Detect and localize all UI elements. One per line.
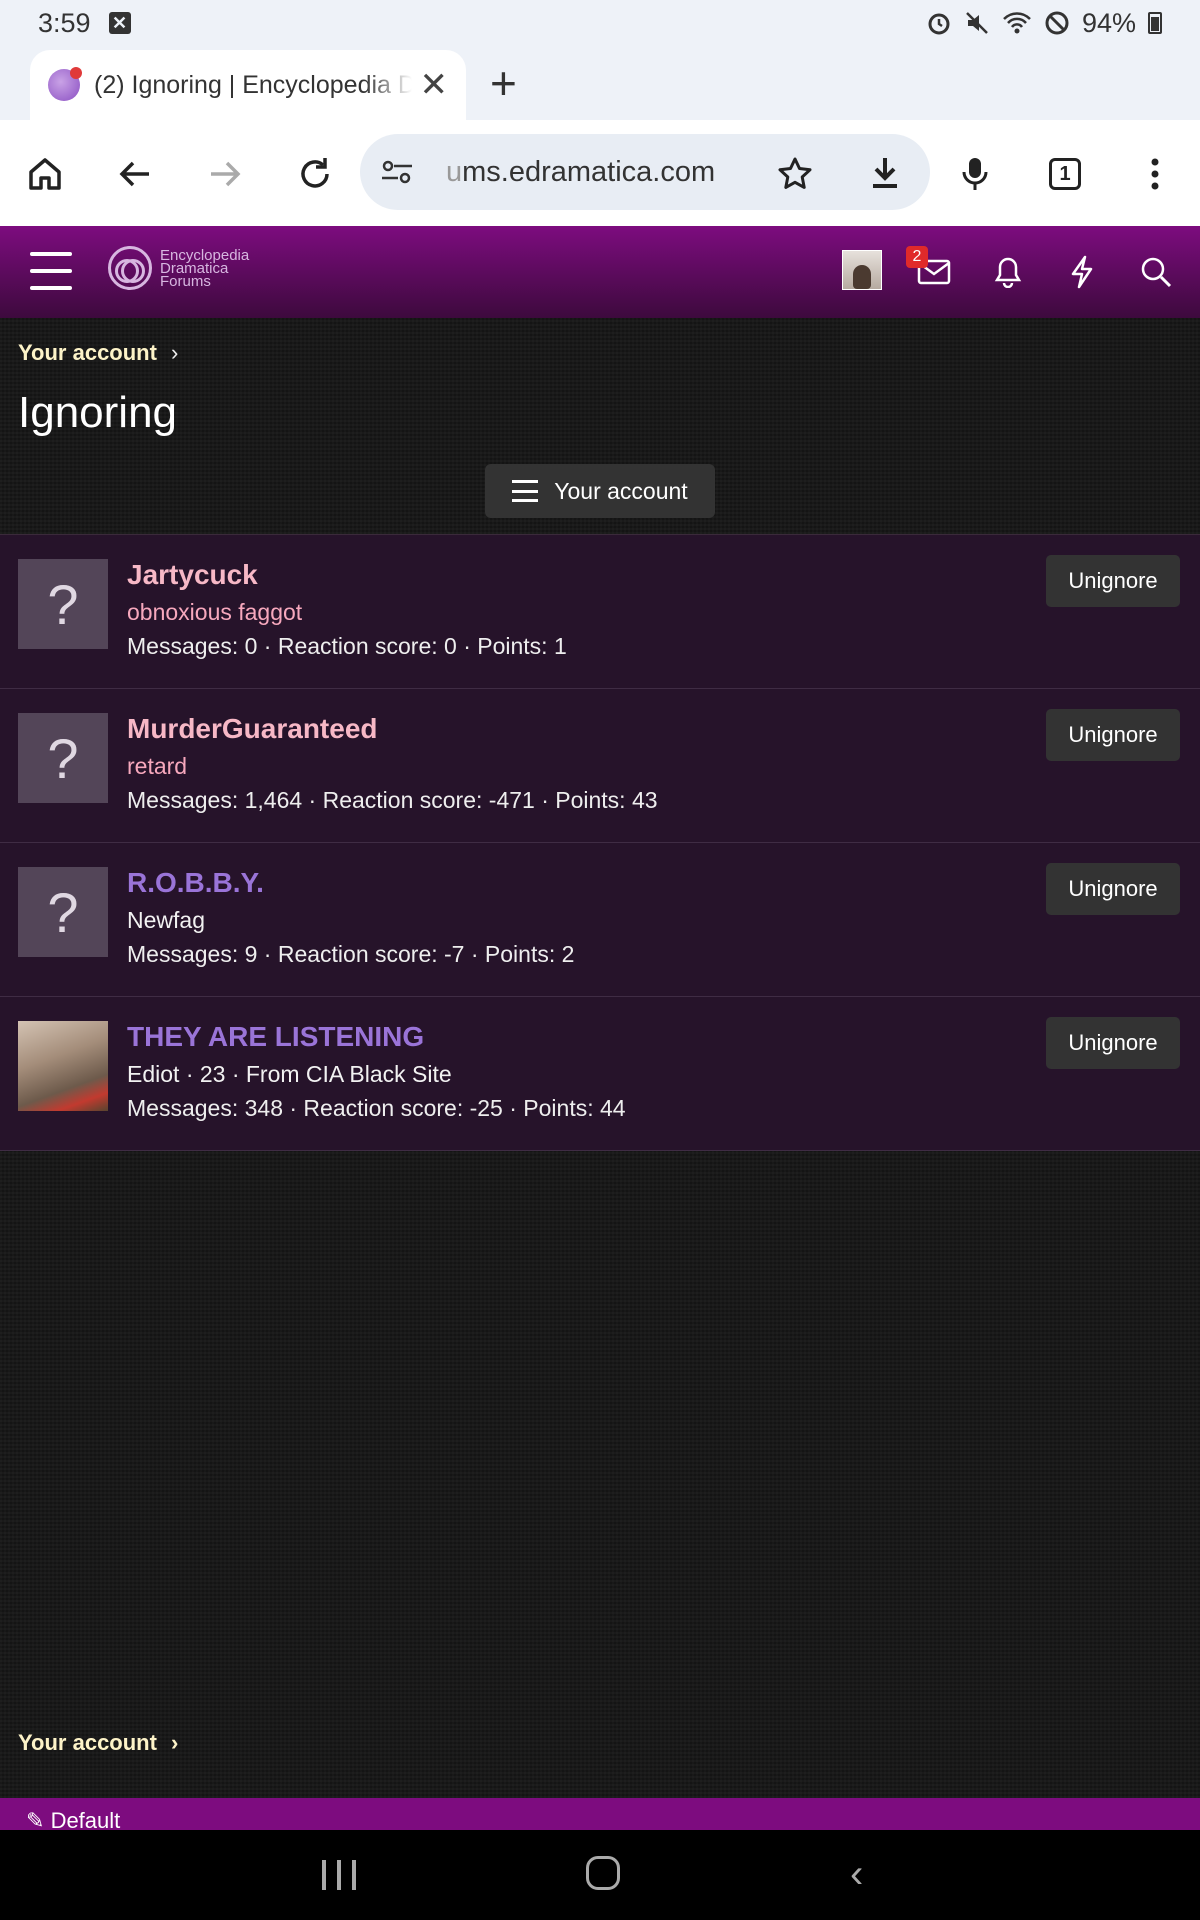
avatar[interactable]: [18, 1021, 108, 1111]
username-link[interactable]: MurderGuaranteed: [127, 713, 378, 745]
avatar[interactable]: ?: [18, 559, 108, 649]
logo-text: Encyclopedia Dramatica Forums: [160, 246, 250, 290]
browser-tab[interactable]: (2) Ignoring | Encyclopedia Dramatica Fo…: [30, 50, 466, 120]
unignore-button[interactable]: Unignore: [1046, 555, 1180, 607]
breadcrumb-link[interactable]: Your account: [18, 1730, 157, 1756]
more-menu-icon[interactable]: [1127, 146, 1183, 202]
unignore-button[interactable]: Unignore: [1046, 1017, 1180, 1069]
inbox-badge: 2: [906, 246, 928, 268]
tab-title: (2) Ignoring | Encyclopedia Dramatica Fo…: [94, 70, 412, 99]
favicon-icon: [48, 67, 82, 101]
list-item: THEY ARE LISTENING Ediot · 23 · From CIA…: [0, 997, 1200, 1151]
user-stats: Messages: 0 · Reaction score: 0 · Points…: [127, 633, 567, 659]
bookmark-star-icon[interactable]: [767, 146, 823, 202]
battery-level: 94%: [1081, 7, 1136, 38]
back-nav-icon[interactable]: ‹: [850, 1852, 863, 1897]
user-stats: Messages: 9 · Reaction score: -7 · Point…: [127, 941, 575, 967]
reload-icon[interactable]: [287, 146, 343, 202]
home-button-icon[interactable]: [586, 1856, 620, 1890]
alarm-icon: [928, 13, 950, 35]
user-title: Ediot · 23 · From CIA Black Site: [127, 1061, 452, 1087]
home-icon[interactable]: [17, 146, 73, 202]
user-title: retard: [127, 753, 188, 779]
user-title: Newfag: [127, 907, 205, 933]
status-icons: 94%: [926, 8, 1162, 39]
logo-icon: [108, 246, 152, 290]
lightning-icon[interactable]: [1060, 250, 1104, 294]
microphone-icon[interactable]: [947, 146, 1003, 202]
tab-switcher-button[interactable]: 1: [1037, 146, 1093, 202]
download-icon[interactable]: [857, 146, 913, 202]
user-stats: Messages: 1,464 · Reaction score: -471 ·…: [127, 787, 658, 813]
site-logo[interactable]: Encyclopedia Dramatica Forums: [108, 246, 249, 290]
site-header: Encyclopedia Dramatica Forums: [0, 226, 1200, 318]
recent-apps-icon[interactable]: [322, 1860, 356, 1890]
clock: 3:59: [38, 7, 91, 38]
list-item: ? MurderGuaranteed retard Messages: 1,46…: [0, 689, 1200, 843]
status-bar: 3:59 ✕ 94%: [0, 0, 1200, 46]
main-content: Your account › Ignoring Your account ? J…: [0, 318, 1200, 1798]
style-chooser[interactable]: ✎ Default: [26, 1808, 120, 1830]
notification-icon: ✕: [108, 12, 131, 34]
system-nav-bar: ‹: [0, 1830, 1200, 1920]
breadcrumb[interactable]: Your account ›: [18, 340, 178, 366]
username-link[interactable]: R.O.B.B.Y.: [127, 867, 264, 899]
menu-icon[interactable]: [30, 252, 72, 290]
your-account-menu-button[interactable]: Your account: [485, 464, 715, 518]
page-title: Ignoring: [18, 388, 178, 437]
address-bar[interactable]: ums.edramatica.com: [360, 134, 930, 210]
bell-icon[interactable]: [986, 250, 1030, 294]
list-item: ? Jartycuck obnoxious faggot Messages: 0…: [0, 535, 1200, 689]
chevron-right-icon: ›: [170, 340, 179, 365]
unignore-button[interactable]: Unignore: [1046, 863, 1180, 915]
chevron-right-icon: ›: [170, 1730, 179, 1755]
mute-icon: [966, 12, 988, 34]
user-title: obnoxious faggot: [127, 599, 303, 625]
list-item: ? R.O.B.B.Y. Newfag Messages: 9 · Reacti…: [0, 843, 1200, 997]
ignored-users-list: ? Jartycuck obnoxious faggot Messages: 0…: [0, 534, 1200, 1151]
wifi-icon: [1003, 12, 1031, 34]
browser-toolbar: ums.edramatica.com 1: [0, 120, 1200, 226]
close-tab-icon[interactable]: ✕: [420, 68, 449, 102]
style-label: Default: [50, 1808, 121, 1830]
footer-breadcrumb[interactable]: Your account ›: [18, 1730, 178, 1756]
unignore-button[interactable]: Unignore: [1046, 709, 1180, 761]
forward-arrow-icon[interactable]: [197, 146, 253, 202]
dnd-icon: [1045, 11, 1069, 35]
username-link[interactable]: Jartycuck: [127, 559, 258, 591]
your-account-label: Your account: [554, 477, 688, 504]
site-settings-icon[interactable]: [380, 157, 414, 187]
user-avatar[interactable]: [842, 250, 882, 290]
tab-count: 1: [1049, 158, 1081, 190]
avatar[interactable]: ?: [18, 713, 108, 803]
footer-bar: ✎ Default: [0, 1798, 1200, 1830]
battery-icon: [1148, 12, 1162, 34]
breadcrumb-link[interactable]: Your account: [18, 340, 157, 366]
tab-strip: (2) Ignoring | Encyclopedia Dramatica Fo…: [0, 46, 1200, 120]
avatar[interactable]: ?: [18, 867, 108, 957]
back-arrow-icon[interactable]: [107, 146, 163, 202]
new-tab-button[interactable]: +: [490, 56, 517, 110]
url-text: ums.edramatica.com: [446, 155, 716, 188]
menu-lines-icon: [512, 480, 539, 502]
search-icon[interactable]: [1134, 250, 1178, 294]
user-stats: Messages: 348 · Reaction score: -25 · Po…: [127, 1095, 626, 1121]
paintbrush-icon: ✎: [26, 1808, 45, 1830]
username-link[interactable]: THEY ARE LISTENING: [127, 1021, 424, 1053]
